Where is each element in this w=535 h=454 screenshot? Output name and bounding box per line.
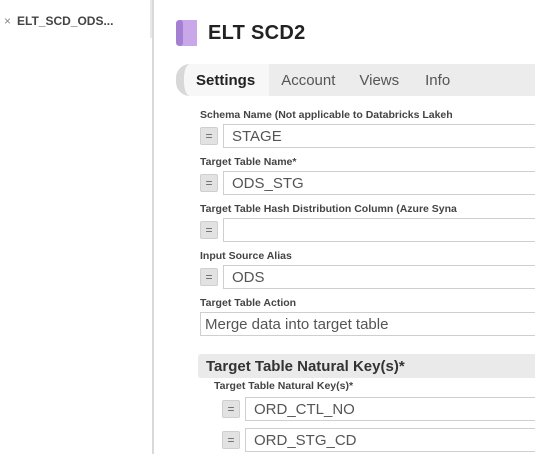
natural-keys-label: Target Table Natural Key(s)* xyxy=(214,380,354,392)
expression-toggle-button[interactable]: = xyxy=(200,268,218,286)
hash-column-label: Target Table Hash Distribution Column (A… xyxy=(200,203,457,215)
target-table-field: Target Table Name* = ODS_STG xyxy=(200,155,535,195)
tab-info[interactable]: Info xyxy=(411,64,464,96)
natural-key-input[interactable]: ORD_STG_CD xyxy=(245,428,535,452)
schema-name-field: Schema Name (Not applicable to Databrick… xyxy=(200,108,535,148)
snap-title: ELT SCD2 xyxy=(208,21,306,44)
natural-key-row: = ORD_CTL_NO xyxy=(222,397,535,421)
tab-settings[interactable]: Settings xyxy=(176,64,270,96)
tab-account[interactable]: Account xyxy=(269,64,347,96)
expression-toggle-button[interactable]: = xyxy=(200,127,218,145)
pipeline-tab[interactable]: × ELT_SCD_ODS... xyxy=(0,0,150,42)
table-action-label: Target Table Action xyxy=(200,297,297,309)
snap-icon xyxy=(176,19,198,47)
snap-header: ELT SCD2 xyxy=(176,18,306,48)
table-action-select[interactable]: Merge data into target table xyxy=(200,312,535,336)
pipeline-tab-label: ELT_SCD_ODS... xyxy=(17,14,114,28)
input-alias-input[interactable]: ODS xyxy=(223,265,535,289)
close-tab-icon[interactable]: × xyxy=(4,14,11,28)
settings-form: Schema Name (Not applicable to Databrick… xyxy=(200,108,535,343)
natural-key-input[interactable]: ORD_CTL_NO xyxy=(245,397,535,421)
hash-column-field: Target Table Hash Distribution Column (A… xyxy=(200,202,535,242)
schema-name-label: Schema Name (Not applicable to Databrick… xyxy=(200,109,453,121)
schema-name-input[interactable]: STAGE xyxy=(223,124,535,148)
settings-tabs: Settings Account Views Info xyxy=(176,64,535,96)
table-action-field: Target Table Action Merge data into targ… xyxy=(200,296,535,336)
input-alias-label: Input Source Alias xyxy=(200,250,292,262)
hash-column-input[interactable] xyxy=(223,218,535,242)
expression-toggle-button[interactable]: = xyxy=(200,221,218,239)
tab-views[interactable]: Views xyxy=(347,64,411,96)
natural-keys-section-header[interactable]: Target Table Natural Key(s)* xyxy=(198,354,535,378)
panel-divider xyxy=(152,0,154,454)
expression-toggle-button[interactable]: = xyxy=(222,431,240,449)
input-alias-field: Input Source Alias = ODS xyxy=(200,249,535,289)
expression-toggle-button[interactable]: = xyxy=(222,400,240,418)
expression-toggle-button[interactable]: = xyxy=(200,174,218,192)
target-table-label: Target Table Name* xyxy=(200,156,297,168)
target-table-input[interactable]: ODS_STG xyxy=(223,171,535,195)
natural-key-row: = ORD_STG_CD xyxy=(222,428,535,452)
